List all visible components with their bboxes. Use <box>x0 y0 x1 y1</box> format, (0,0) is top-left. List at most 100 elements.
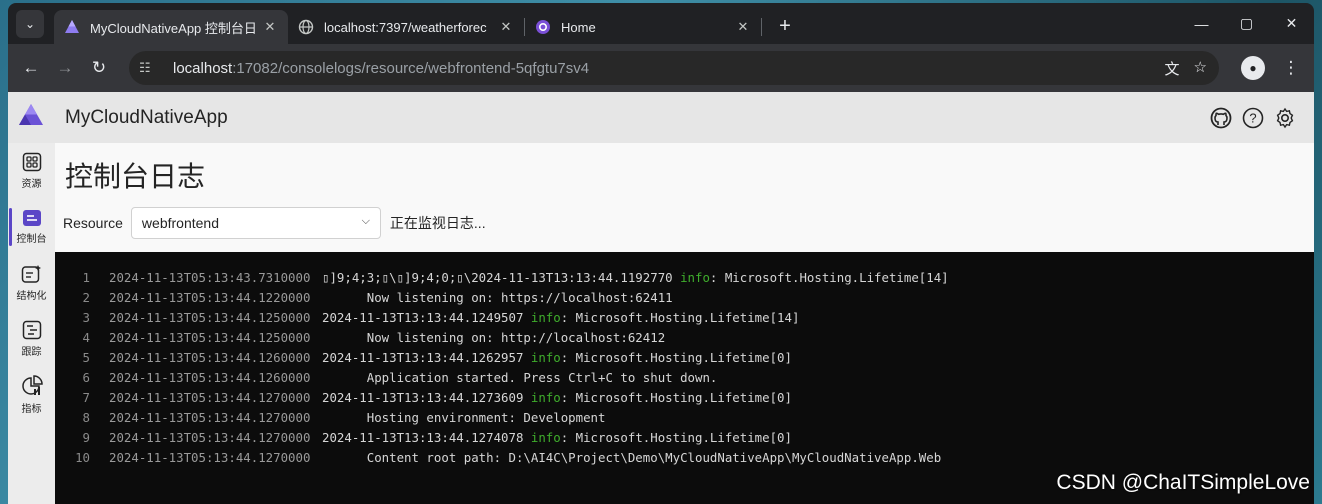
nav-metrics[interactable]: 指标 <box>8 367 55 423</box>
nav-label: 控制台 <box>16 234 47 245</box>
tab-home[interactable]: Home ✕ <box>525 10 761 44</box>
resource-select[interactable]: webfrontend ⌵ <box>130 207 381 239</box>
browser-menu-button[interactable]: ⋮ <box>1274 51 1308 85</box>
nav-label: 指标 <box>21 404 42 415</box>
log-timestamp: 2024-11-13T05:13:44.1250000 <box>109 329 311 345</box>
help-icon[interactable]: ? <box>1242 107 1264 129</box>
side-nav: 资源 控制台 结构化 跟踪 指标 <box>8 143 55 504</box>
tab-weatherforecast[interactable]: localhost:7397/weatherforec ✕ <box>288 10 524 44</box>
close-window-button[interactable]: ✕ <box>1269 3 1314 44</box>
nav-label: 资源 <box>21 179 42 190</box>
browser-toolbar: ← → ↻ ☷ localhost:17082/consolelogs/reso… <box>8 44 1314 92</box>
window-controls: — ▢ ✕ <box>1179 3 1314 44</box>
tab-divider <box>761 18 762 36</box>
omnibox-actions: 文 ☆ <box>1165 58 1207 79</box>
close-icon[interactable]: ✕ <box>262 19 278 35</box>
line-number: 8 <box>82 409 90 425</box>
console-icon <box>22 210 41 226</box>
log-message: 2024-11-13T13:13:44.1274078 <box>322 429 531 445</box>
log-line: 5 2024-11-13T05:13:44.1260000 2024-11-13T1… <box>55 347 1314 367</box>
log-message: 2024-11-13T13:13:44.1249507 <box>322 309 531 325</box>
nav-label: 结构化 <box>16 291 47 302</box>
log-message: Hosting environment: Development <box>322 409 606 425</box>
new-tab-button[interactable]: + <box>772 15 798 38</box>
log-line: 7 2024-11-13T05:13:44.1270000 2024-11-13T1… <box>55 387 1314 407</box>
url-text[interactable]: localhost:17082/consolelogs/resource/web… <box>173 60 589 77</box>
log-line: 3 2024-11-13T05:13:44.1250000 2024-11-13T1… <box>55 307 1314 327</box>
log-level: info <box>530 389 561 405</box>
resource-filter-row: Resource webfrontend ⌵ 正在监视日志... <box>63 207 486 239</box>
app-title[interactable]: MyCloudNativeApp <box>65 107 228 129</box>
log-level: info <box>530 429 561 445</box>
log-level: info <box>530 309 561 325</box>
resource-select-value: webfrontend <box>141 215 219 231</box>
nav-label: 跟踪 <box>21 347 42 358</box>
log-status-text: 正在监视日志... <box>389 215 486 231</box>
minimize-button[interactable]: — <box>1179 3 1224 44</box>
tab-active[interactable]: MyCloudNativeApp 控制台日 ✕ <box>54 10 288 44</box>
forward-button[interactable]: → <box>48 51 82 85</box>
log-category: : Microsoft.Hosting.Lifetime[14] <box>709 269 949 285</box>
header-actions: ? <box>1210 107 1296 129</box>
back-button[interactable]: ← <box>14 51 48 85</box>
tab-title: MyCloudNativeApp 控制台日 <box>90 20 256 36</box>
log-timestamp: 2024-11-13T05:13:44.1220000 <box>109 289 311 305</box>
console-log-view[interactable]: 1 2024-11-13T05:13:43.7310000 ▯]9;4;3;▯\▯]… <box>55 252 1314 504</box>
log-category: : Microsoft.Hosting.Lifetime[14] <box>560 309 800 325</box>
resource-label: Resource <box>63 215 123 231</box>
star-icon[interactable]: ☆ <box>1194 58 1207 79</box>
translate-icon[interactable]: 文 <box>1165 58 1180 79</box>
maximize-button[interactable]: ▢ <box>1224 3 1269 44</box>
settings-gear-icon[interactable] <box>1274 107 1296 129</box>
line-number: 10 <box>75 449 90 465</box>
close-icon[interactable]: ✕ <box>498 19 514 35</box>
log-message: Application started. Press Ctrl+C to shu… <box>322 369 718 385</box>
chevron-down-icon: ⌵ <box>361 215 370 227</box>
aspire-logo-icon[interactable] <box>18 103 44 132</box>
log-line: 2 2024-11-13T05:13:44.1220000 Now listeni… <box>55 287 1314 307</box>
reload-button[interactable]: ↻ <box>82 51 116 85</box>
log-timestamp: 2024-11-13T05:13:44.1270000 <box>109 429 311 445</box>
svg-text:?: ? <box>1249 110 1256 125</box>
log-level: info <box>680 269 710 285</box>
nav-resources[interactable]: 资源 <box>8 143 55 199</box>
line-number: 4 <box>82 329 90 345</box>
log-timestamp: 2024-11-13T05:13:44.1270000 <box>109 409 311 425</box>
line-number: 1 <box>82 269 90 285</box>
aspire-logo-icon <box>64 19 80 35</box>
log-message: 2024-11-13T13:13:44.1273609 <box>322 389 531 405</box>
log-level: info <box>530 349 561 365</box>
grid-icon <box>22 152 41 172</box>
line-number: 5 <box>82 349 90 365</box>
line-number: 7 <box>82 389 90 405</box>
site-settings-icon[interactable]: ☷ <box>139 60 161 76</box>
more-vertical-icon: ⋮ <box>1282 58 1300 77</box>
page-title: 控制台日志 <box>65 161 206 192</box>
profile-button[interactable]: ● <box>1236 51 1270 85</box>
log-line: 1 2024-11-13T05:13:43.7310000 ▯]9;4;3;▯\▯]… <box>55 267 1314 287</box>
tab-title: localhost:7397/weatherforec <box>324 19 487 35</box>
close-icon[interactable]: ✕ <box>735 19 751 35</box>
tab-search-button[interactable]: ⌄ <box>16 9 44 38</box>
aspire-dashboard: MyCloudNativeApp ? 资源 控制台 结构化 跟踪 指标 控制台日… <box>8 92 1314 504</box>
main-content: 控制台日志 Resource webfrontend ⌵ 正在监视日志... 1… <box>55 143 1314 504</box>
address-bar[interactable]: ☷ localhost:17082/consolelogs/resource/w… <box>129 51 1219 85</box>
log-timestamp: 2024-11-13T05:13:44.1260000 <box>109 349 311 365</box>
tab-strip: ⌄ MyCloudNativeApp 控制台日 ✕ localhost:7397… <box>8 3 1314 44</box>
app-header: MyCloudNativeApp ? <box>8 92 1314 143</box>
log-category: : Microsoft.Hosting.Lifetime[0] <box>560 429 792 445</box>
log-message: Content root path: D:\AI4C\Project\Demo\… <box>322 449 942 465</box>
nav-structured[interactable]: 结构化 <box>8 255 55 311</box>
log-timestamp: 2024-11-13T05:13:44.1270000 <box>109 449 311 465</box>
log-timestamp: 2024-11-13T05:13:44.1260000 <box>109 369 311 385</box>
log-message: Now listening on: https://localhost:6241… <box>322 289 673 305</box>
avatar-icon: ● <box>1241 56 1265 80</box>
log-message: ▯]9;4;3;▯\▯]9;4;0;▯\2024-11-13T13:13:44.… <box>322 269 681 285</box>
log-line: 8 2024-11-13T05:13:44.1270000 Hosting env… <box>55 407 1314 427</box>
url-path: :17082/consolelogs/resource/webfrontend-… <box>232 59 590 77</box>
nav-console[interactable]: 控制台 <box>8 199 55 255</box>
nav-traces[interactable]: 跟踪 <box>8 311 55 367</box>
log-message: Now listening on: http://localhost:62412 <box>322 329 666 345</box>
github-icon[interactable] <box>1210 107 1232 129</box>
log-line: 4 2024-11-13T05:13:44.1250000 Now listeni… <box>55 327 1314 347</box>
